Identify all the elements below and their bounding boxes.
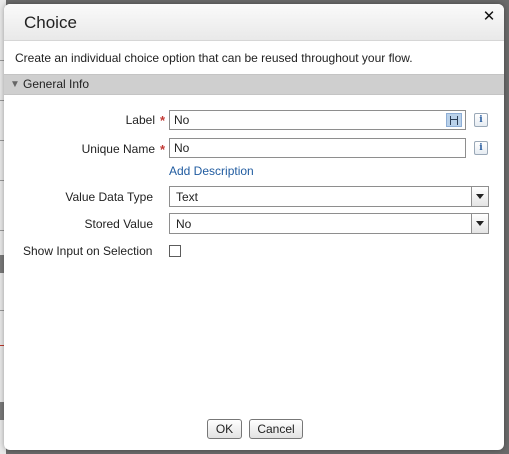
- unique-name-field-label: Unique Name: [81, 142, 155, 156]
- ok-button[interactable]: OK: [207, 419, 242, 439]
- required-marker: *: [160, 142, 166, 157]
- triangle-down-icon: ▼: [10, 79, 20, 90]
- dialog-description: Create an individual choice option that …: [15, 51, 413, 65]
- section-title: General Info: [23, 77, 90, 91]
- stored-value-value: No: [176, 217, 192, 231]
- show-input-on-selection-label: Show Input on Selection: [23, 244, 153, 258]
- value-data-type-label: Value Data Type: [65, 190, 153, 204]
- text-widget-icon[interactable]: [446, 113, 462, 127]
- cancel-button[interactable]: Cancel: [249, 419, 303, 439]
- choice-dialog: Choice ✕ Create an individual choice opt…: [4, 4, 504, 450]
- close-icon[interactable]: ✕: [482, 9, 496, 24]
- required-marker: *: [160, 113, 166, 128]
- label-input[interactable]: No: [169, 110, 466, 130]
- stored-value-label: Stored Value: [84, 217, 154, 231]
- dialog-header: Choice ✕: [4, 4, 504, 41]
- stored-value-combobox[interactable]: No: [169, 213, 489, 234]
- chevron-down-icon[interactable]: [471, 214, 488, 233]
- info-icon[interactable]: i: [474, 113, 488, 127]
- value-data-type-select[interactable]: Text: [169, 186, 489, 207]
- label-field-label: Label: [125, 113, 155, 127]
- chevron-down-icon[interactable]: [471, 187, 488, 206]
- info-icon[interactable]: i: [474, 141, 488, 155]
- unique-name-input[interactable]: No: [169, 138, 466, 158]
- value-data-type-value: Text: [176, 190, 199, 204]
- add-description-link[interactable]: Add Description: [169, 164, 254, 178]
- show-input-on-selection-checkbox[interactable]: [169, 245, 181, 257]
- unique-name-input-value: No: [174, 141, 190, 155]
- section-general-info[interactable]: ▼ General Info: [4, 74, 504, 95]
- label-input-value: No: [174, 113, 190, 127]
- dialog-title: Choice: [24, 13, 77, 32]
